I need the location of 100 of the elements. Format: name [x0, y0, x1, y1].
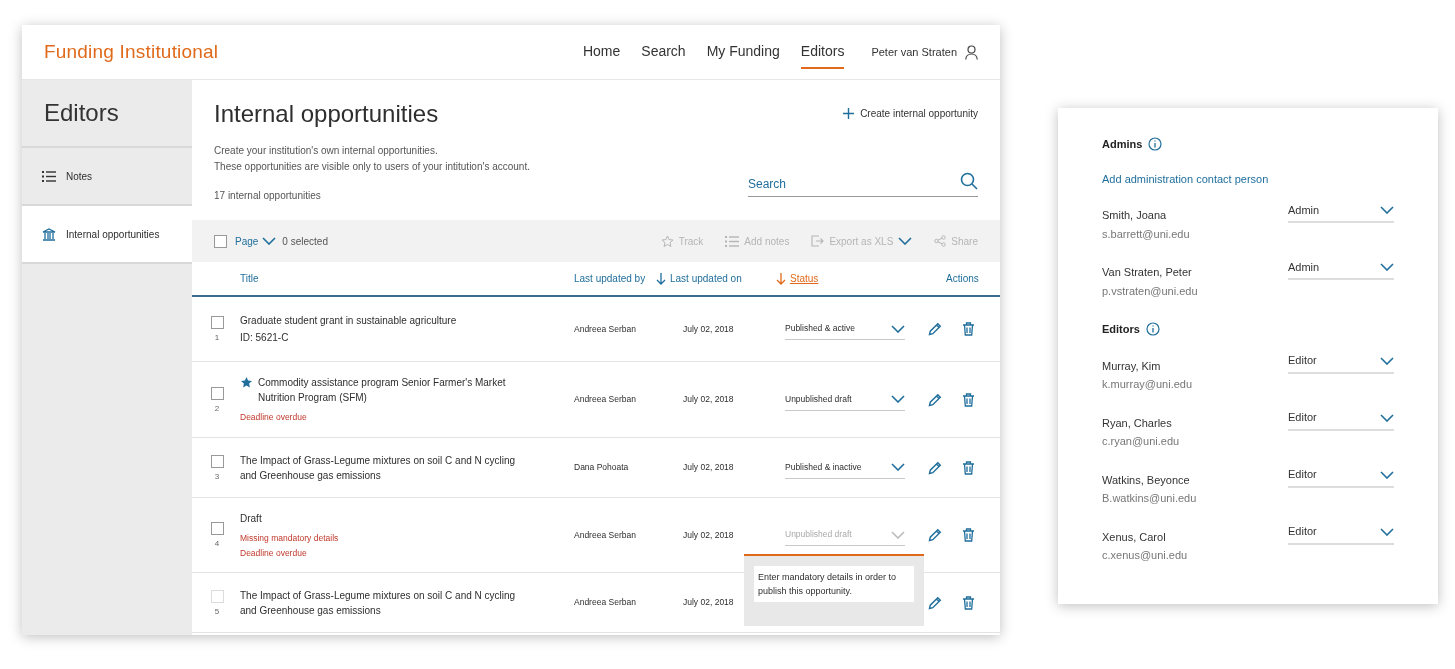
row-checkbox[interactable]: [210, 316, 224, 329]
opportunity-title[interactable]: Draft: [240, 510, 262, 526]
section-title: Editors: [1102, 322, 1140, 337]
person-email: c.xenus@uni.edu: [1102, 548, 1188, 563]
chevron-down-icon: [1380, 356, 1394, 365]
delete-button[interactable]: [962, 460, 975, 475]
trash-icon: [962, 460, 975, 475]
table-cell-text: Dana Pohoata: [574, 461, 630, 474]
person-name: Xenus, Carol: [1102, 529, 1167, 545]
opportunity-id: ID: 5621-C: [240, 331, 290, 345]
status-dropdown[interactable]: Published & active: [785, 318, 905, 340]
opportunity-title[interactable]: Commodity assistance program Senior Farmer's Market Nutrition Program (SFM): [258, 375, 543, 405]
list-icon: [725, 235, 740, 247]
person-email: B.watkins@uni.edu: [1102, 491, 1197, 506]
chevron-down-icon: [891, 463, 905, 471]
person-email: s.barrett@uni.edu: [1102, 226, 1190, 242]
description-text: Create your institution's own internal opportunities.: [214, 144, 439, 158]
person-name: Watkins, Beyonce: [1102, 472, 1191, 488]
tooltip-text: Enter mandatory details in order to publish this opportunity.: [754, 566, 914, 602]
trash-icon: [962, 322, 975, 336]
warning-text: Missing mandatory details: [240, 531, 340, 545]
row-checkbox[interactable]: [210, 386, 224, 400]
person-name: Ryan, Charles: [1102, 415, 1173, 431]
institution-icon: [42, 227, 56, 241]
nav-link[interactable]: Editors: [800, 40, 845, 69]
page-dropdown[interactable]: Page: [235, 233, 277, 249]
person-name: Van Straten, Peter: [1102, 265, 1193, 280]
create-button[interactable]: Create internal opportunity: [843, 106, 978, 121]
edit-button[interactable]: [928, 460, 942, 475]
table-cell: July 02, 2018: [683, 394, 734, 405]
delete-button[interactable]: [962, 392, 975, 407]
table-cell: July 02, 2018: [683, 323, 734, 334]
row-number: 2: [214, 403, 220, 413]
column-header[interactable]: Status: [776, 271, 916, 286]
person-email: c.ryan@uni.edu: [1102, 434, 1180, 449]
column-header[interactable]: Title: [240, 271, 574, 286]
chevron-down-icon: [891, 530, 905, 539]
pencil-icon: [928, 528, 942, 542]
row-number: 1: [214, 333, 220, 342]
search-field[interactable]: Search: [748, 172, 978, 197]
table-cell: July 02, 2018: [683, 462, 734, 473]
table-cell-text: Andreea Serban: [574, 393, 637, 406]
edit-button[interactable]: [928, 528, 942, 542]
list-icon: [42, 170, 56, 182]
sidebar-title: Editors: [44, 98, 119, 128]
status-dropdown[interactable]: Published & inactive: [785, 456, 905, 479]
row-checkbox[interactable]: [210, 454, 224, 468]
pencil-icon: [928, 595, 942, 610]
delete-button[interactable]: [962, 322, 975, 336]
edit-button[interactable]: [928, 322, 942, 336]
delete-button[interactable]: [962, 528, 975, 542]
table-cell-text: Andreea Serban: [574, 596, 637, 609]
table-cell: July 02, 2018: [683, 597, 734, 608]
warning-text: Deadline overdue: [240, 546, 308, 560]
user-name[interactable]: Peter van Straten: [871, 43, 957, 61]
trash-icon: [962, 595, 975, 610]
chevron-down-icon: [898, 237, 913, 245]
result-count: 17 internal opportunities: [214, 189, 322, 203]
table-cell-text: Andreea Serban: [574, 528, 637, 542]
column-header[interactable]: Actions: [916, 271, 1000, 286]
edit-button[interactable]: [928, 392, 942, 407]
pencil-icon: [928, 392, 942, 407]
person-name: Smith, Joana: [1102, 208, 1168, 223]
search-icon: [960, 172, 978, 190]
select-all-checkbox[interactable]: [214, 234, 227, 248]
chevron-down-icon: [1380, 206, 1394, 214]
row-checkbox[interactable]: [210, 522, 224, 535]
person-name: Murray, Kim: [1102, 358, 1162, 374]
chevron-down-icon: [262, 237, 277, 245]
role-dropdown[interactable]: Editor: [1288, 406, 1394, 431]
info-icon: [1145, 322, 1160, 337]
warning-text: Deadline overdue: [240, 411, 308, 424]
opportunity-title[interactable]: Graduate student grant in sustainable agriculture: [240, 313, 457, 328]
pencil-icon: [928, 322, 942, 336]
arrow-down-icon: [656, 272, 666, 285]
role-dropdown[interactable]: Editor: [1288, 520, 1394, 545]
trash-icon: [962, 392, 975, 407]
row-number: 4: [214, 539, 220, 548]
description-text: These opportunities are visible only to users of your intitution's account.: [214, 160, 531, 174]
role-dropdown[interactable]: Editor: [1288, 349, 1394, 374]
plus-icon: [843, 108, 855, 119]
arrow-down-icon: [776, 272, 786, 285]
status-dropdown[interactable]: Unpublished draft: [785, 388, 905, 411]
section-title: Admins: [1102, 137, 1143, 152]
page-title: Internal opportunities: [214, 99, 440, 129]
share-icon: [934, 235, 947, 247]
nav-link[interactable]: Search: [641, 40, 686, 69]
nav-link[interactable]: My Funding: [706, 40, 780, 69]
star-icon: [660, 234, 674, 248]
chevron-down-icon: [891, 324, 905, 333]
sidebar-item[interactable]: Internal opportunities: [22, 206, 192, 264]
row-number: 3: [214, 471, 220, 481]
opportunity-title[interactable]: The Impact of Grass-Legume mixtures on soil C and N cycling and Greenhouse gas emissions: [240, 452, 525, 483]
role-dropdown[interactable]: Editor: [1288, 463, 1394, 488]
add-contact-link[interactable]: Add administration contact person: [1102, 170, 1394, 187]
info-icon: [1148, 137, 1163, 152]
nav-link[interactable]: Home: [582, 40, 621, 69]
table-cell: July 02, 2018: [683, 529, 734, 540]
role-dropdown[interactable]: Admin: [1288, 199, 1394, 223]
role-dropdown[interactable]: Admin: [1288, 256, 1394, 280]
